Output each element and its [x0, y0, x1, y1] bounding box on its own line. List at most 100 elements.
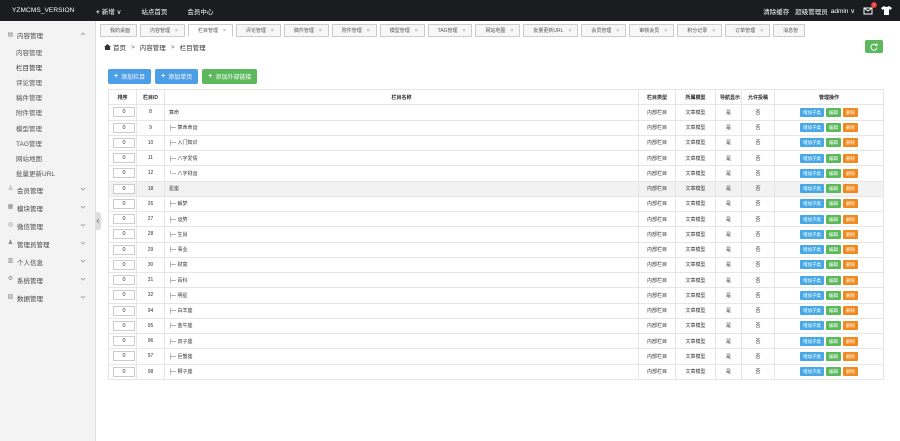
- edit-button[interactable]: 编辑: [826, 260, 841, 270]
- order-input[interactable]: 0: [113, 320, 135, 331]
- nav-member-center[interactable]: 会员中心: [177, 6, 223, 16]
- sidebar-group-data[interactable]: ▧ 数据管理: [0, 289, 95, 307]
- close-icon[interactable]: ×: [223, 28, 226, 34]
- edit-button[interactable]: 编辑: [826, 275, 841, 285]
- order-input[interactable]: 0: [113, 153, 135, 164]
- add-category-button[interactable]: + 添加栏目: [108, 69, 152, 84]
- tab-13[interactable]: 订单管理 ×: [725, 24, 771, 37]
- sidebar-item-comments[interactable]: 评论管理: [0, 74, 95, 89]
- edit-button[interactable]: 编辑: [826, 290, 841, 300]
- edit-button[interactable]: 编辑: [826, 351, 841, 361]
- delete-button[interactable]: 删除: [843, 351, 858, 361]
- order-input[interactable]: 0: [113, 229, 135, 240]
- edit-button[interactable]: 编辑: [826, 306, 841, 316]
- delete-button[interactable]: 删除: [843, 245, 858, 255]
- theme-shirt-icon[interactable]: [881, 6, 892, 15]
- delete-button[interactable]: 删除: [843, 214, 858, 224]
- edit-button[interactable]: 编辑: [826, 199, 841, 209]
- tab-3[interactable]: 评论管理 ×: [235, 24, 281, 37]
- tab-6[interactable]: 模型管理 ×: [379, 24, 425, 37]
- delete-button[interactable]: 删除: [843, 138, 858, 148]
- delete-button[interactable]: 删除: [843, 184, 858, 194]
- sidebar-group-content[interactable]: ▤ 内容管理: [0, 26, 95, 44]
- order-input[interactable]: 0: [113, 214, 135, 225]
- add-subcategory-button[interactable]: 增加子类: [800, 321, 824, 331]
- order-input[interactable]: 0: [113, 137, 135, 148]
- sidebar-group-modules[interactable]: ▦ 模块管理: [0, 199, 95, 217]
- close-icon[interactable]: ×: [463, 28, 466, 34]
- close-icon[interactable]: ×: [319, 28, 322, 34]
- delete-button[interactable]: 删除: [843, 168, 858, 178]
- sidebar-item-tags[interactable]: TAG管理: [0, 135, 95, 150]
- tab-1[interactable]: 内容管理 ×: [140, 24, 185, 37]
- add-subcategory-button[interactable]: 增加子类: [800, 168, 824, 178]
- add-subcategory-button[interactable]: 增加子类: [800, 199, 824, 209]
- sidebar-item-manuscripts[interactable]: 稿件管理: [0, 90, 95, 105]
- add-subcategory-button[interactable]: 增加子类: [800, 214, 824, 224]
- add-subcategory-button[interactable]: 增加子类: [800, 229, 824, 239]
- close-icon[interactable]: ×: [760, 28, 763, 34]
- sidebar-item-category[interactable]: 栏目管理: [0, 59, 95, 74]
- edit-button[interactable]: 编辑: [826, 245, 841, 255]
- add-single-page-button[interactable]: + 添加单页: [155, 69, 199, 84]
- close-icon[interactable]: ×: [271, 28, 274, 34]
- tab-12[interactable]: 积分记录 ×: [677, 24, 723, 37]
- add-subcategory-button[interactable]: 增加子类: [800, 275, 824, 285]
- delete-button[interactable]: 删除: [843, 290, 858, 300]
- order-input[interactable]: 0: [113, 336, 135, 347]
- sidebar-item-models[interactable]: 模型管理: [0, 120, 95, 135]
- edit-button[interactable]: 编辑: [826, 336, 841, 346]
- close-icon[interactable]: ×: [664, 28, 667, 34]
- brand-logo[interactable]: YZMCMS_VERSION: [0, 7, 86, 14]
- add-subcategory-button[interactable]: 增加子类: [800, 123, 824, 133]
- close-icon[interactable]: ×: [175, 28, 178, 34]
- add-external-link-button[interactable]: + 添加外部链接: [202, 69, 258, 84]
- order-input[interactable]: 0: [113, 122, 135, 133]
- tab-0[interactable]: 我的桌面: [100, 24, 138, 37]
- edit-button[interactable]: 编辑: [826, 138, 841, 148]
- sidebar-collapse-handle[interactable]: [95, 212, 101, 230]
- delete-button[interactable]: 删除: [843, 123, 858, 133]
- order-input[interactable]: 0: [113, 366, 135, 377]
- add-subcategory-button[interactable]: 增加子类: [800, 138, 824, 148]
- close-icon[interactable]: ×: [415, 28, 418, 34]
- nav-site-home[interactable]: 站点首页: [131, 6, 177, 16]
- order-input[interactable]: 0: [113, 168, 135, 179]
- add-subcategory-button[interactable]: 增加子类: [800, 351, 824, 361]
- add-subcategory-button[interactable]: 增加子类: [800, 107, 824, 117]
- sidebar-group-admins[interactable]: ♟ 管理员管理: [0, 235, 95, 253]
- sidebar-group-system[interactable]: ⚙ 系统管理: [0, 271, 95, 289]
- edit-button[interactable]: 编辑: [826, 321, 841, 331]
- close-icon[interactable]: ×: [616, 28, 619, 34]
- sidebar-group-members[interactable]: ♙ 会员管理: [0, 181, 95, 199]
- edit-button[interactable]: 编辑: [826, 153, 841, 163]
- sidebar-item-batch-url[interactable]: 批量更新URL: [0, 166, 95, 181]
- nav-new-menu[interactable]: + 新增 ∨: [86, 6, 131, 16]
- add-subcategory-button[interactable]: 增加子类: [800, 153, 824, 163]
- add-subcategory-button[interactable]: 增加子类: [800, 245, 824, 255]
- tab-14[interactable]: 消息管: [773, 24, 806, 37]
- delete-button[interactable]: 删除: [843, 306, 858, 316]
- add-subcategory-button[interactable]: 增加子类: [800, 184, 824, 194]
- order-input[interactable]: 0: [113, 198, 135, 209]
- close-icon[interactable]: ×: [712, 28, 715, 34]
- edit-button[interactable]: 编辑: [826, 168, 841, 178]
- edit-button[interactable]: 编辑: [826, 229, 841, 239]
- delete-button[interactable]: 删除: [843, 275, 858, 285]
- edit-button[interactable]: 编辑: [826, 107, 841, 117]
- close-icon[interactable]: ×: [568, 28, 571, 34]
- delete-button[interactable]: 删除: [843, 321, 858, 331]
- edit-button[interactable]: 编辑: [826, 123, 841, 133]
- delete-button[interactable]: 删除: [843, 107, 858, 117]
- tab-10[interactable]: 会员管理 ×: [581, 24, 627, 37]
- tab-5[interactable]: 附件管理 ×: [331, 24, 377, 37]
- sidebar-group-wechat[interactable]: ◎ 微信管理: [0, 217, 95, 235]
- order-input[interactable]: 0: [113, 290, 135, 301]
- tab-9[interactable]: 批量更新URL ×: [523, 24, 579, 37]
- edit-button[interactable]: 编辑: [826, 367, 841, 377]
- add-subcategory-button[interactable]: 增加子类: [800, 260, 824, 270]
- order-input[interactable]: 0: [113, 183, 135, 194]
- refresh-button[interactable]: [865, 40, 883, 53]
- tab-2[interactable]: 栏目管理 ×: [187, 24, 233, 37]
- delete-button[interactable]: 删除: [843, 199, 858, 209]
